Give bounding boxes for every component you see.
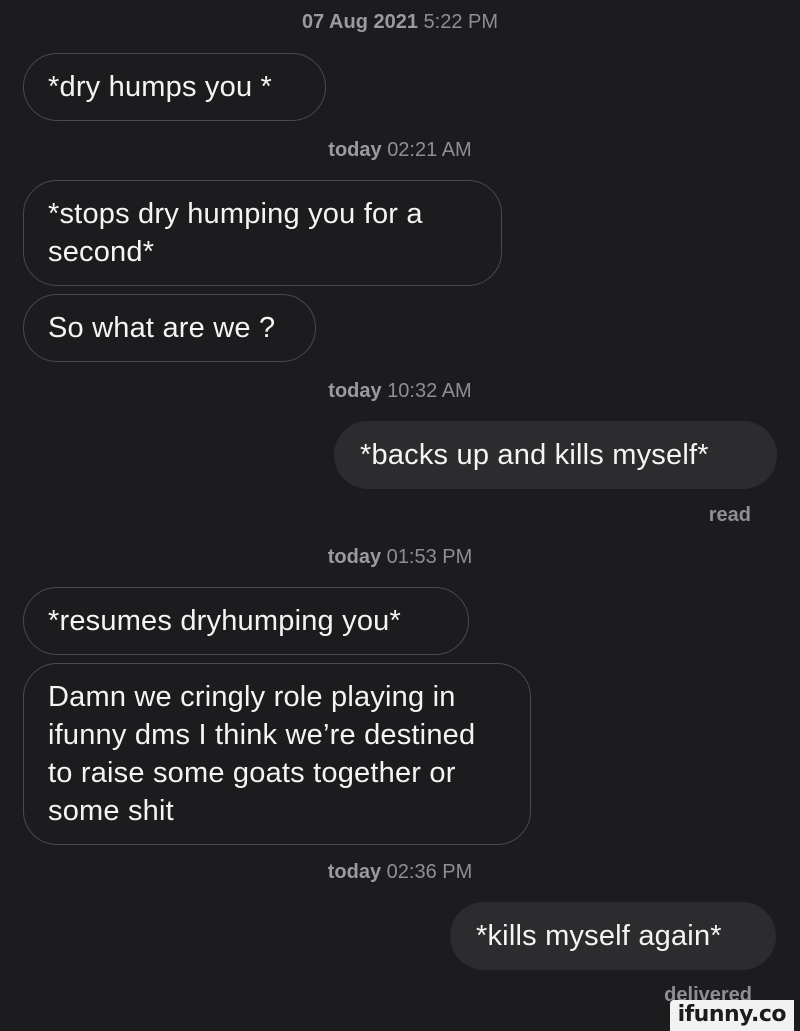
timestamp-date: today (327, 861, 382, 883)
timestamp-divider: today 01:53 PM (0, 546, 800, 569)
timestamp-date: today (327, 546, 382, 568)
timestamp-time: 01:53 PM (386, 546, 473, 568)
timestamp-divider: today 10:32 AM (0, 380, 800, 403)
message-outgoing[interactable]: *kills myself again* (450, 902, 776, 970)
timestamp-date: today (328, 380, 382, 402)
ifunny-watermark: ifunny.co (669, 1000, 794, 1031)
timestamp-time: 5:22 PM (423, 11, 499, 33)
timestamp-time: 02:21 AM (387, 139, 472, 161)
message-incoming[interactable]: Damn we cringly role playing in ifunny d… (23, 663, 531, 845)
message-incoming[interactable]: *resumes dryhumping you* (23, 587, 469, 655)
timestamp-time: 10:32 AM (387, 380, 472, 402)
timestamp-divider: 07 Aug 2021 5:22 PM (0, 11, 800, 34)
read-receipt: read (708, 504, 751, 526)
message-incoming[interactable]: *dry humps you * (23, 53, 326, 121)
timestamp-divider: today 02:36 PM (0, 861, 800, 884)
timestamp-divider: today 02:21 AM (0, 139, 800, 162)
message-incoming[interactable]: So what are we ? (23, 294, 316, 362)
message-outgoing[interactable]: *backs up and kills myself* (334, 421, 777, 489)
timestamp-date: today (328, 139, 382, 161)
timestamp-time: 02:36 PM (386, 861, 473, 883)
message-incoming[interactable]: *stops dry humping you for a second* (23, 180, 502, 286)
timestamp-date: 07 Aug 2021 (301, 11, 418, 33)
